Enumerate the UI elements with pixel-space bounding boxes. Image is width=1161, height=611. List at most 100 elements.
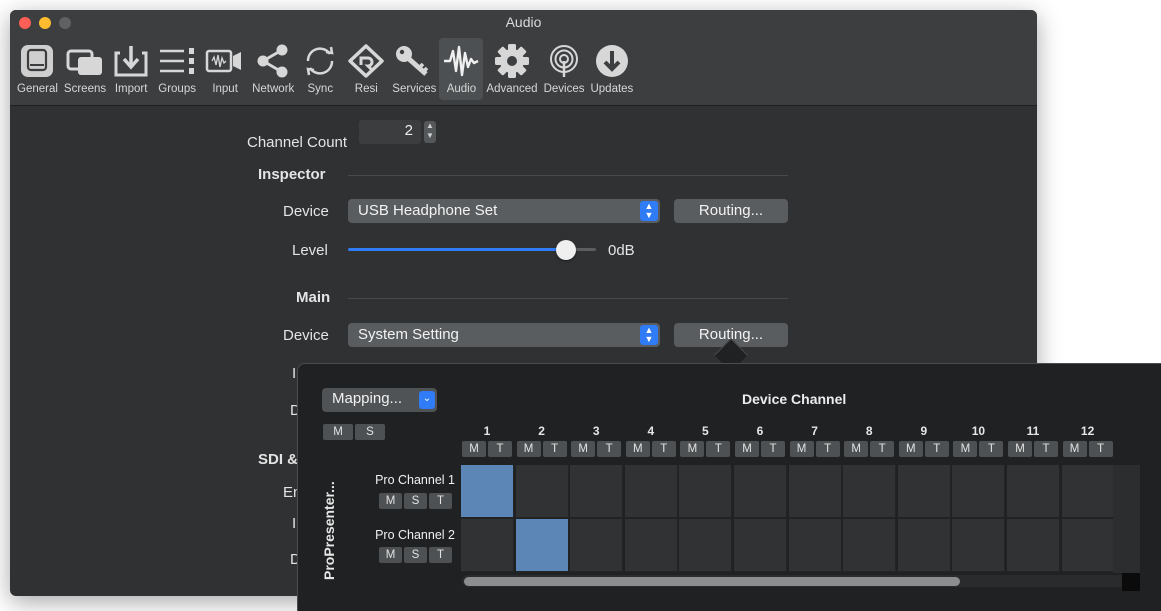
device-channel-test-button[interactable]: T (597, 441, 622, 457)
gear-icon (491, 41, 533, 81)
device-channel-mute-button[interactable]: M (898, 441, 923, 457)
toolbar-item-input[interactable]: Input (201, 38, 249, 100)
toolbar-item-resi[interactable]: Resi (343, 38, 389, 100)
routing-cell[interactable] (679, 465, 733, 518)
chevron-updown-icon: ▲ ▼ (640, 201, 658, 221)
device-channel-test-button[interactable]: T (706, 441, 731, 457)
toolbar-item-screens[interactable]: Screens (61, 38, 109, 100)
download-icon (592, 41, 632, 81)
toolbar-item-services[interactable]: Services (389, 38, 439, 100)
routing-cell[interactable] (788, 465, 842, 518)
device-channel-mute-button[interactable]: M (1008, 441, 1032, 457)
device-channel-test-button[interactable]: T (870, 441, 895, 457)
stepper-down-icon[interactable]: ▼ (426, 131, 434, 140)
device-channel-number: 2 (538, 424, 545, 438)
routing-cell[interactable] (952, 465, 1006, 518)
device-channel-mute-button[interactable]: M (680, 441, 705, 457)
routing-cell[interactable] (570, 519, 624, 572)
device-channel-test-button[interactable]: T (1088, 441, 1113, 457)
main-device-value: System Setting (358, 326, 459, 343)
routing-cell[interactable] (1061, 465, 1115, 518)
device-channel-test-button[interactable]: T (542, 441, 567, 457)
channel-count-stepper[interactable]: ▲ ▼ (424, 121, 436, 143)
device-channel-mute-button[interactable]: M (571, 441, 596, 457)
routing-cell[interactable] (1061, 519, 1115, 572)
row-1-solo-button[interactable]: S (404, 493, 427, 509)
routing-cell[interactable] (679, 519, 733, 572)
matrix-scrollbar-thumb[interactable] (464, 577, 960, 586)
row-2-test-button[interactable]: T (429, 547, 452, 563)
device-channel-title: Device Channel (742, 391, 847, 407)
general-icon (19, 41, 55, 81)
mute-all-button[interactable]: M (323, 424, 353, 440)
device-channel-mute-button[interactable]: M (625, 441, 650, 457)
main-device-label: Device (283, 327, 329, 344)
routing-cell[interactable] (734, 519, 787, 572)
routing-cell[interactable] (461, 519, 514, 572)
mapping-dropdown[interactable]: Mapping... ⌄ (322, 388, 437, 412)
device-channel-mute-button[interactable]: M (735, 441, 759, 457)
device-channel-mute-button[interactable]: M (462, 441, 486, 457)
toolbar-label-network: Network (252, 83, 295, 95)
routing-cell[interactable] (952, 519, 1006, 572)
routing-cell[interactable] (897, 465, 951, 518)
routing-cell[interactable] (515, 519, 569, 572)
device-channel-test-button[interactable]: T (761, 441, 785, 457)
device-channel-mute-button[interactable]: M (953, 441, 978, 457)
row-2-buttons: M S T (379, 547, 452, 563)
toolbar-item-audio[interactable]: Audio (439, 38, 484, 100)
inspector-routing-button[interactable]: Routing... (674, 199, 788, 223)
routing-cell[interactable] (843, 465, 897, 518)
device-channel-number: 8 (865, 424, 873, 438)
routing-cell[interactable] (515, 465, 569, 518)
device-channel-mute-button[interactable]: M (844, 441, 869, 457)
routing-cell[interactable] (788, 519, 842, 572)
device-channel-test-button[interactable]: T (924, 441, 949, 457)
toolbar-item-advanced[interactable]: Advanced (483, 38, 540, 100)
resi-icon (346, 41, 386, 81)
routing-cell[interactable] (1007, 519, 1060, 572)
routing-cell[interactable] (461, 465, 514, 518)
toolbar-item-general[interactable]: General (14, 38, 61, 100)
toolbar-item-updates[interactable]: Updates (587, 38, 636, 100)
routing-cell[interactable] (843, 519, 897, 572)
row-2-mute-button[interactable]: M (379, 547, 402, 563)
main-divider (348, 298, 788, 299)
toolbar-item-devices[interactable]: Devices (541, 38, 588, 100)
device-channel-number: 1 (483, 424, 491, 438)
global-ms-buttons: M S (323, 424, 385, 440)
device-channel-mute-button[interactable]: M (516, 441, 541, 457)
inspector-device-label: Device (283, 203, 329, 220)
solo-all-button[interactable]: S (355, 424, 385, 440)
main-device-select[interactable]: System Setting ▲ ▼ (348, 323, 660, 347)
device-channel-test-button[interactable]: T (651, 441, 676, 457)
routing-cell[interactable] (624, 465, 678, 518)
stepper-up-icon[interactable]: ▲ (426, 121, 434, 130)
device-channel-mute-button[interactable]: M (789, 441, 814, 457)
toolbar-item-network[interactable]: Network (249, 38, 297, 100)
routing-cell[interactable] (897, 519, 951, 572)
device-channel-mt-buttons: MT (898, 441, 949, 457)
routing-cell[interactable] (734, 465, 787, 518)
device-channel-number: 9 (920, 424, 928, 438)
device-channel-mute-button[interactable]: M (1062, 441, 1087, 457)
device-channel-test-button[interactable]: T (979, 441, 1004, 457)
device-channel-test-button[interactable]: T (488, 441, 512, 457)
toolbar-item-groups[interactable]: Groups (153, 38, 201, 100)
device-channel-test-button[interactable]: T (1034, 441, 1058, 457)
device-channel-mt-buttons: MT (516, 441, 567, 457)
row-1-mute-button[interactable]: M (379, 493, 402, 509)
window-title: Audio (505, 14, 542, 30)
routing-cell[interactable] (624, 519, 678, 572)
routing-cell[interactable] (570, 465, 624, 518)
routing-cell[interactable] (1007, 465, 1060, 518)
row-2-solo-button[interactable]: S (404, 547, 427, 563)
toolbar-item-sync[interactable]: Sync (297, 38, 343, 100)
channel-count-field[interactable]: 2 (359, 120, 421, 144)
device-channel-test-button[interactable]: T (815, 441, 840, 457)
preferences-toolbar: General Screens Import Groups Input Netw… (14, 38, 636, 100)
row-1-test-button[interactable]: T (429, 493, 452, 509)
toolbar-item-import[interactable]: Import (109, 38, 153, 100)
inspector-device-select[interactable]: USB Headphone Set ▲ ▼ (348, 199, 660, 223)
waveform-icon (442, 41, 480, 81)
